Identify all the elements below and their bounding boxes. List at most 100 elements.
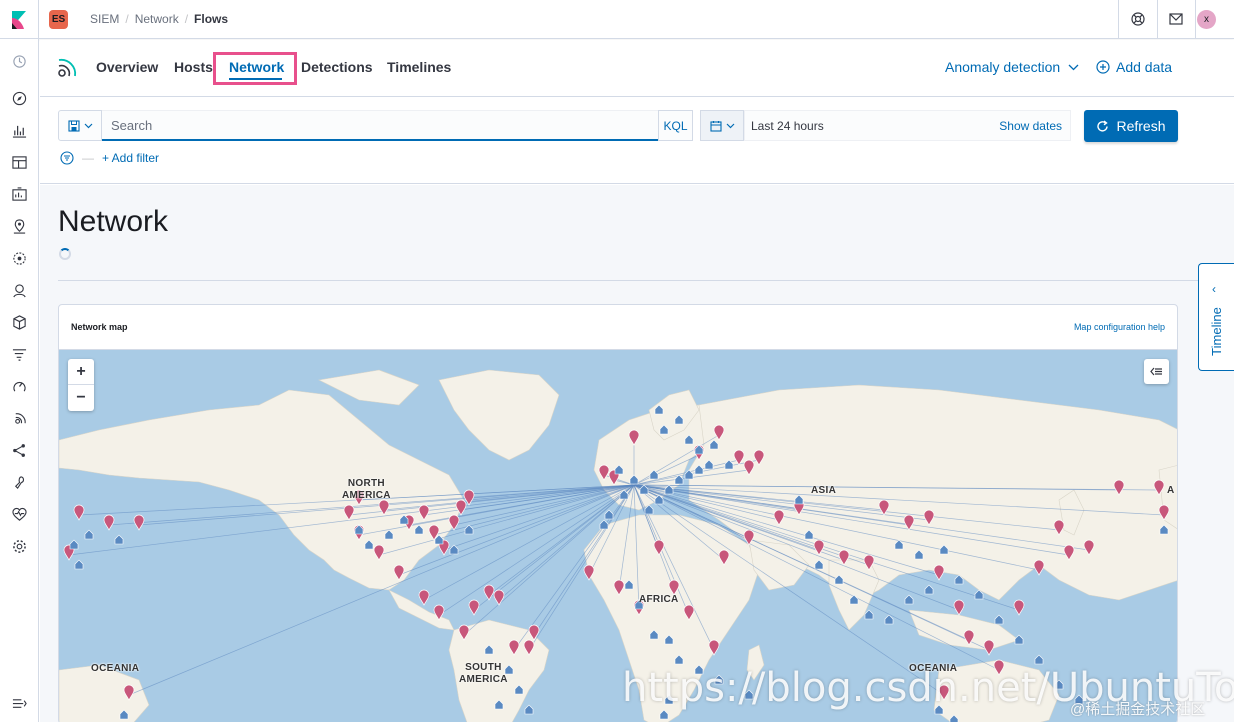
saved-query-button[interactable] <box>58 110 102 141</box>
siem-tab-bar: Overview Hosts Network Detections Timeli… <box>40 40 1234 97</box>
destination-pin-marker[interactable] <box>103 514 115 531</box>
kibana-logo-icon <box>12 10 26 29</box>
land-north-america <box>59 389 465 591</box>
dashboard-icon[interactable] <box>10 153 29 172</box>
zoom-in-button[interactable]: + <box>68 359 94 385</box>
monitoring-icon[interactable] <box>10 505 29 524</box>
tab-highlight-box <box>213 52 297 85</box>
tab-hosts[interactable]: Hosts <box>174 59 213 75</box>
source-host-icon[interactable] <box>884 614 894 625</box>
map-help-link[interactable]: Map configuration help <box>1074 322 1165 332</box>
page-content: Network Network map Map configuration he… <box>40 185 1234 722</box>
source-host-icon[interactable] <box>114 534 124 545</box>
uptime-icon[interactable] <box>10 377 29 396</box>
destination-pin-marker[interactable] <box>73 504 85 521</box>
destination-pin-marker[interactable] <box>483 584 495 601</box>
user-avatar[interactable]: x <box>1197 10 1216 29</box>
filter-divider: — <box>82 151 94 165</box>
chevron-left-icon: ‹ <box>1212 282 1216 296</box>
kibana-logo[interactable] <box>0 0 39 39</box>
breadcrumb-network[interactable]: Network <box>135 12 179 26</box>
zoom-out-button[interactable]: − <box>68 385 94 411</box>
query-bar: KQL Last 24 hours Show dates Refresh — +… <box>40 97 1234 184</box>
breadcrumb: SIEM / Network / Flows <box>90 12 228 26</box>
source-host-icon[interactable] <box>1014 634 1024 645</box>
apm-icon[interactable] <box>10 345 29 364</box>
breadcrumb-siem[interactable]: SIEM <box>90 12 119 26</box>
metrics-icon[interactable] <box>10 281 29 300</box>
recent-icon[interactable] <box>10 52 29 71</box>
map-label-asia: ASIA <box>811 485 837 496</box>
destination-pin-marker[interactable] <box>468 599 480 616</box>
source-host-icon[interactable] <box>464 524 474 535</box>
source-host-icon[interactable] <box>864 609 874 620</box>
destination-pin-marker[interactable] <box>933 564 945 581</box>
divider <box>1157 0 1158 39</box>
map-label-africa: AFRICA <box>639 594 679 605</box>
anomaly-detection-button[interactable]: Anomaly detection <box>945 59 1079 75</box>
add-filter-link[interactable]: + Add filter <box>102 151 159 165</box>
canvas-icon[interactable] <box>10 185 29 204</box>
source-host-icon[interactable] <box>604 509 614 520</box>
zoom-control: + − <box>68 359 94 411</box>
top-header: ES SIEM / Network / Flows x <box>0 0 1234 39</box>
source-host-icon[interactable] <box>84 529 94 540</box>
watermark-community: @稀土掘金技术社区 <box>1070 701 1206 718</box>
layer-control-button[interactable] <box>1144 359 1169 384</box>
siem-icon[interactable] <box>10 409 29 428</box>
map-label-south-america: SOUTH AMERICA <box>459 662 508 686</box>
map-label-line: NORTH <box>347 478 385 489</box>
map-label-line: SOUTH <box>465 662 502 673</box>
tab-overview[interactable]: Overview <box>96 59 158 75</box>
destination-pin-marker[interactable] <box>983 639 995 656</box>
source-host-icon[interactable] <box>1034 654 1044 665</box>
land-greenland <box>438 369 560 461</box>
date-range-display[interactable]: Last 24 hours Show dates <box>744 110 1071 141</box>
show-dates-link[interactable]: Show dates <box>999 119 1062 133</box>
source-host-icon[interactable] <box>74 559 84 570</box>
map-label-line: AMERICA <box>459 674 508 685</box>
filter-icon[interactable] <box>60 151 74 165</box>
management-icon[interactable] <box>10 537 29 556</box>
search-input[interactable] <box>102 111 658 139</box>
visualize-icon[interactable] <box>10 121 29 140</box>
source-host-icon[interactable] <box>69 539 79 550</box>
quick-date-menu-button[interactable] <box>700 110 744 141</box>
kql-language-toggle[interactable]: KQL <box>658 110 693 141</box>
panel-header: Network map Map configuration help <box>59 305 1177 350</box>
land-indonesia <box>908 609 1020 651</box>
chevron-down-icon <box>1068 64 1079 70</box>
destination-pin-marker[interactable] <box>1013 599 1025 616</box>
source-host-icon[interactable] <box>924 584 934 595</box>
divider <box>58 280 1216 281</box>
add-data-button[interactable]: Add data <box>1096 59 1172 75</box>
map-label-oceania-left: OCEANIA <box>91 663 140 674</box>
destination-pin-marker[interactable] <box>1033 559 1045 576</box>
maps-icon[interactable] <box>10 217 29 236</box>
devtools-icon[interactable] <box>10 473 29 492</box>
source-host-icon[interactable] <box>994 614 1004 625</box>
discover-icon[interactable] <box>10 89 29 108</box>
tab-detections[interactable]: Detections <box>301 59 373 75</box>
destination-pin-marker[interactable] <box>418 589 430 606</box>
breadcrumb-separator: / <box>184 12 189 26</box>
graph-icon[interactable] <box>10 441 29 460</box>
refresh-icon <box>1097 119 1109 132</box>
ml-icon[interactable] <box>10 249 29 268</box>
source-host-icon[interactable] <box>449 544 459 555</box>
destination-pin-marker[interactable] <box>133 514 145 531</box>
source-host-icon[interactable] <box>599 519 609 530</box>
timeline-flyout-button[interactable]: ‹ Timeline <box>1198 263 1234 371</box>
space-badge[interactable]: ES <box>49 10 68 29</box>
logs-icon[interactable] <box>10 313 29 332</box>
destination-pin-marker[interactable] <box>493 589 505 606</box>
mail-icon[interactable] <box>1165 8 1187 30</box>
destination-pin-marker[interactable] <box>953 599 965 616</box>
layers-toggle-icon <box>1150 367 1162 376</box>
refresh-button[interactable]: Refresh <box>1084 110 1178 142</box>
source-host-icon[interactable] <box>524 704 534 715</box>
collapse-icon[interactable] <box>10 694 29 713</box>
help-icon[interactable] <box>1127 8 1149 30</box>
tab-timelines[interactable]: Timelines <box>387 59 451 75</box>
source-host-icon[interactable] <box>904 594 914 605</box>
